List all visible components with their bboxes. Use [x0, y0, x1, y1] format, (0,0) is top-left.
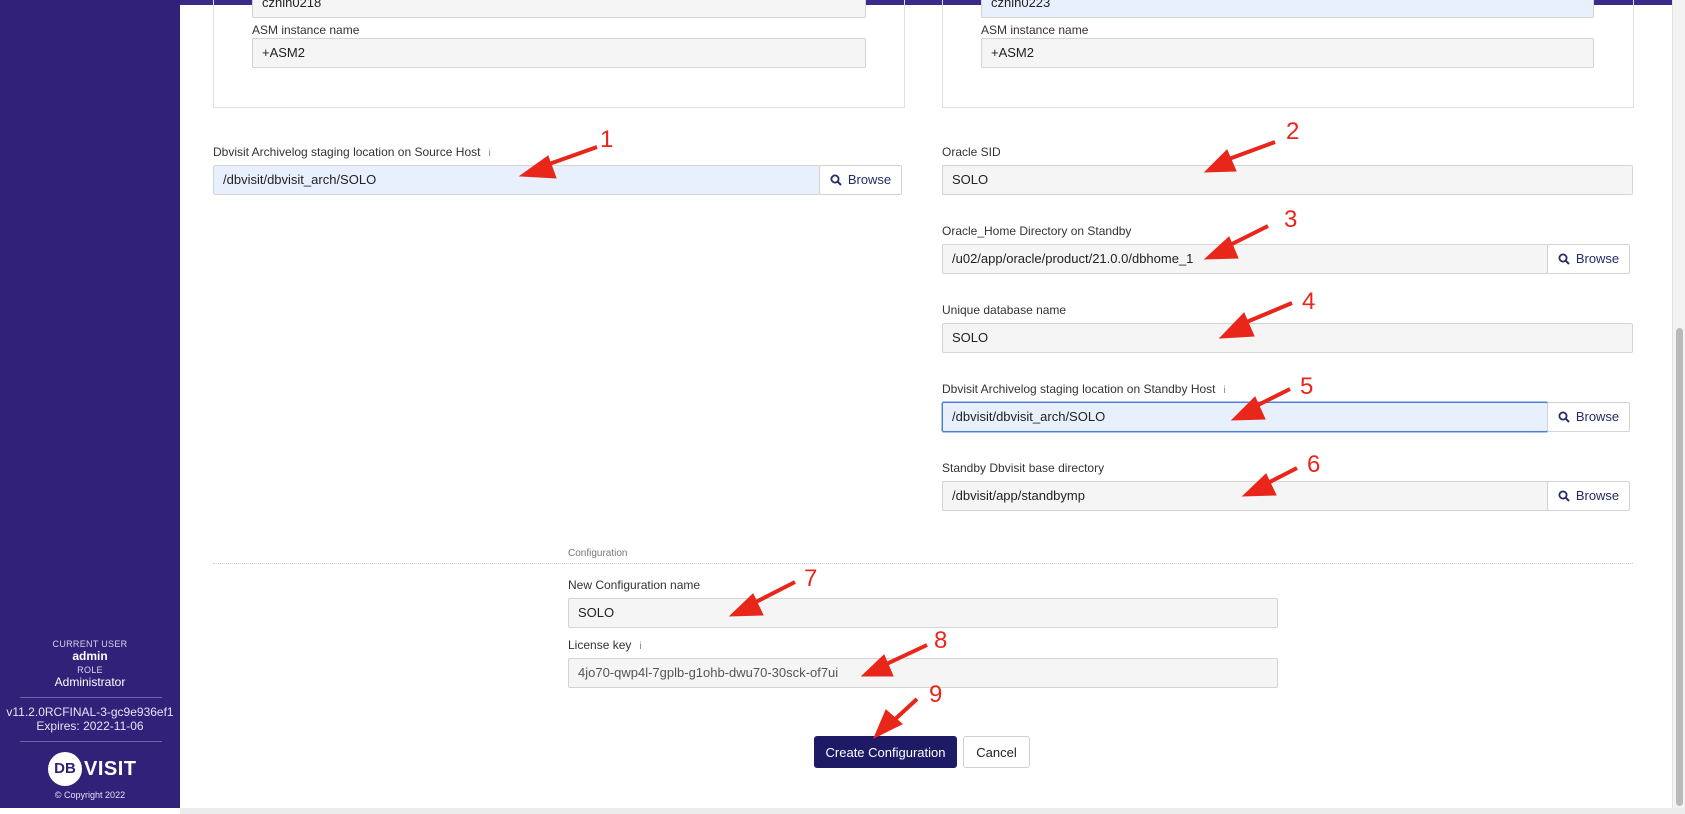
callout-2: 2 [1286, 118, 1300, 145]
arrow-5 [1230, 387, 1291, 421]
arrow-1 [518, 145, 598, 179]
callout-9: 9 [929, 681, 943, 708]
callout-7: 7 [804, 565, 818, 592]
arrow-6 [1241, 466, 1298, 497]
horizontal-scrollbar[interactable] [180, 808, 1685, 814]
scrollbar-thumb[interactable] [1676, 328, 1683, 806]
arrow-2 [1203, 140, 1276, 173]
callout-4: 4 [1302, 288, 1316, 315]
callout-8: 8 [934, 627, 948, 654]
arrow-7 [728, 580, 796, 617]
callout-6: 6 [1307, 451, 1321, 478]
arrow-4 [1218, 301, 1293, 339]
arrow-8 [860, 643, 928, 677]
annotation-arrows [518, 140, 1298, 740]
callout-5: 5 [1300, 373, 1314, 400]
callout-1: 1 [600, 126, 614, 153]
arrow-9 [873, 697, 919, 740]
vertical-scrollbar[interactable] [1672, 0, 1685, 808]
arrow-3 [1203, 224, 1269, 260]
callout-3: 3 [1284, 206, 1298, 233]
